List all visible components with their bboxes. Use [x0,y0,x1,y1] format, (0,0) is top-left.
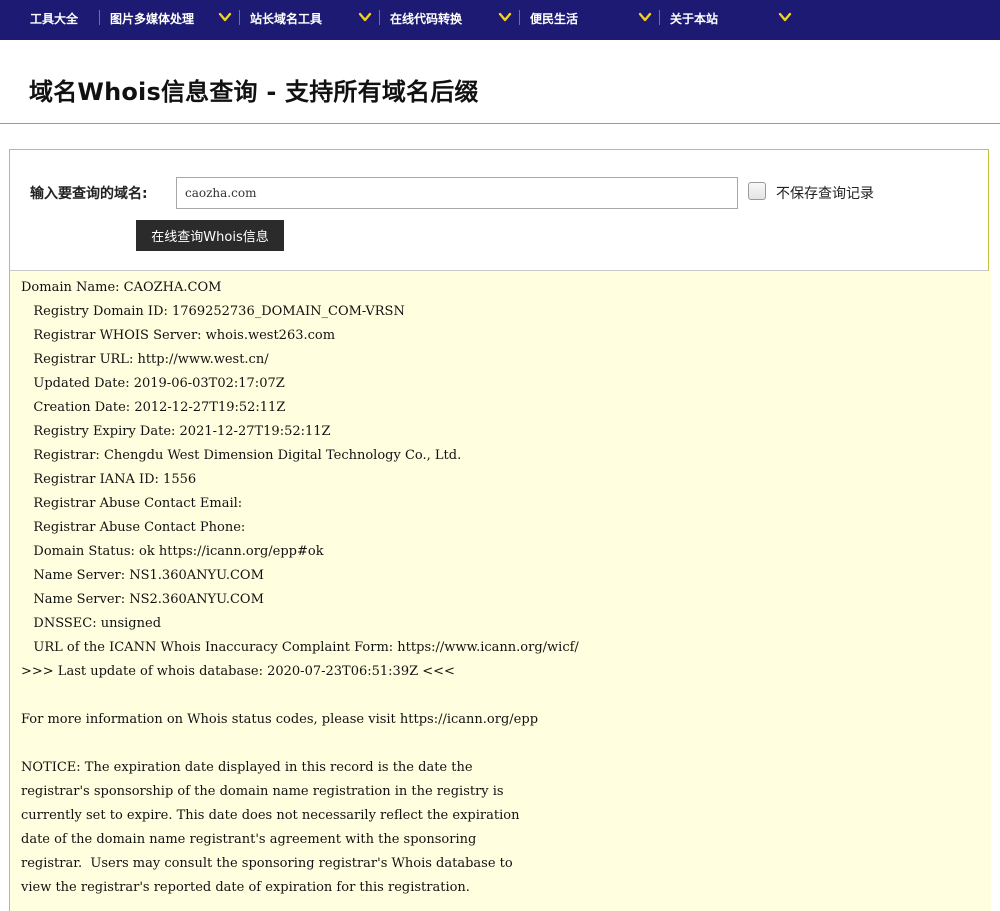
nav-item-webmaster[interactable]: 站长域名工具 [250,0,322,36]
chevron-down-icon[interactable] [778,10,792,24]
nav-item-label: 便民生活 [530,11,579,26]
nav-item-label: 工具大全 [30,11,79,26]
nav-item-code-convert[interactable]: 在线代码转换 [390,0,462,36]
whois-result-line: URL of the ICANN Whois Inaccuracy Compla… [21,640,579,655]
whois-query-button[interactable]: 在线查询Whois信息 [136,220,284,251]
whois-result-line: >>> Last update of whois database: 2020-… [21,664,455,679]
nav-item-tools[interactable]: 工具大全 [30,0,78,36]
whois-result-line: currently set to expire. This date does … [21,808,520,823]
whois-query-form: 输入要查询的域名: 不保存查询记录 在线查询Whois信息 [9,149,989,271]
whois-result-box: Domain Name: CAOZHA.COM Registry Domain … [9,271,991,911]
domain-input[interactable] [176,177,738,209]
chevron-down-icon[interactable] [358,10,372,24]
nav-divider [659,10,660,25]
page-title: 域名Whois信息查询 - 支持所有域名后缀 [29,78,479,106]
whois-result-text: Domain Name: CAOZHA.COM Registry Domain … [21,276,579,900]
no-save-label[interactable]: 不保存查询记录 [776,183,874,203]
nav-item-media[interactable]: 图片多媒体处理 [110,0,194,36]
nav-item-label: 图片多媒体处理 [110,11,195,26]
nav-divider [99,10,100,25]
title-bar: 域名Whois信息查询 - 支持所有域名后缀 [0,40,1000,124]
whois-result-line: Registry Expiry Date: 2021-12-27T19:52:1… [21,424,331,439]
nav-item-about[interactable]: 关于本站 [670,0,718,36]
nav-item-label: 在线代码转换 [390,11,463,26]
nav-item-life[interactable]: 便民生活 [530,0,578,36]
whois-result-line: Registrar URL: http://www.west.cn/ [21,352,269,367]
no-save-checkbox[interactable] [748,182,766,200]
whois-result-line: Registrar Abuse Contact Phone: [21,520,246,535]
whois-result-line: date of the domain name registrant's agr… [21,832,477,847]
whois-result-line: Registrar: Chengdu West Dimension Digita… [21,448,462,463]
whois-result-line: DNSSEC: unsigned [21,616,162,631]
whois-result-line: For more information on Whois status cod… [21,712,539,727]
domain-input-label: 输入要查询的域名: [30,186,148,202]
nav-divider [379,10,380,25]
whois-result-line: Registrar Abuse Contact Email: [21,496,243,511]
nav-divider [239,10,240,25]
chevron-down-icon[interactable] [638,10,652,24]
chevron-down-icon[interactable] [218,10,232,24]
nav-divider [519,10,520,25]
whois-result-line: Registrar WHOIS Server: whois.west263.co… [21,328,336,343]
whois-result-line: registrar. Users may consult the sponsor… [21,856,513,871]
whois-result-line: Registry Domain ID: 1769252736_DOMAIN_CO… [21,304,405,319]
whois-result-line: Name Server: NS1.360ANYU.COM [21,568,264,583]
whois-result-line: registrar's sponsorship of the domain na… [21,784,504,799]
whois-result-line: NOTICE: The expiration date displayed in… [21,760,473,775]
whois-result-line: Domain Status: ok https://icann.org/epp#… [21,544,324,559]
whois-result-line: Domain Name: CAOZHA.COM [21,280,222,295]
whois-result-line: Name Server: NS2.360ANYU.COM [21,592,264,607]
whois-result-line: Registrar IANA ID: 1556 [21,472,197,487]
whois-result-line: view the registrar's reported date of ex… [21,880,470,895]
whois-result-line: Updated Date: 2019-06-03T02:17:07Z [21,376,285,391]
top-nav: 工具大全 图片多媒体处理 站长域名工具 在线代码转换 便民生活 关于本站 [0,0,1000,40]
nav-item-label: 站长域名工具 [250,11,323,26]
chevron-down-icon[interactable] [498,10,512,24]
whois-result-line: Creation Date: 2012-12-27T19:52:11Z [21,400,286,415]
nav-item-label: 关于本站 [670,11,719,26]
